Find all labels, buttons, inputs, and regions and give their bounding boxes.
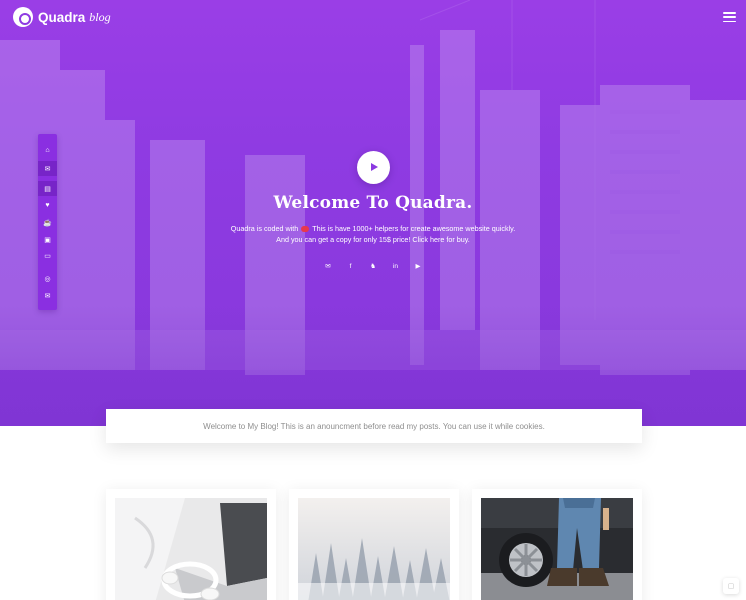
linkedin-icon[interactable]: in: [392, 262, 400, 270]
hero-intro: Quadra is coded with This is have 1000+ …: [0, 224, 746, 245]
announcement-text: Welcome to My Blog! This is an anouncmen…: [203, 421, 545, 431]
youtube-icon[interactable]: ▶: [414, 262, 422, 270]
hero-title: Welcome To Quadra.: [273, 193, 473, 213]
email-icon[interactable]: ✉: [324, 262, 332, 270]
hero-section: Quadra blog ⌂ ✉ ▤ ♥ ☕ ▣ ▭ ◎ ✉ Welcome To…: [0, 0, 746, 426]
intro-text-pre: Quadra is coded with: [230, 224, 299, 233]
intro-text-post: This is have 1000+ helpers for create aw…: [312, 224, 516, 233]
side-social-bar: ⌂ ✉ ▤ ♥ ☕ ▣ ▭ ◎ ✉: [38, 134, 57, 310]
logo-mark-icon: [13, 7, 33, 27]
scroll-top-icon[interactable]: ▢: [723, 578, 739, 594]
page: Quadra blog ⌂ ✉ ▤ ♥ ☕ ▣ ▭ ◎ ✉ Welcome To…: [0, 0, 746, 600]
post-image-laptop[interactable]: [115, 498, 267, 600]
brand-tagline: blog: [89, 9, 111, 24]
chat-icon[interactable]: ✉: [38, 161, 57, 176]
intro-buy-link[interactable]: And you can get a copy for only 15$ pric…: [0, 235, 746, 246]
play-video-button[interactable]: [357, 151, 390, 184]
mail-icon[interactable]: ✉: [38, 288, 57, 303]
briefcase-icon[interactable]: ▭: [38, 248, 57, 263]
heart-icon: [301, 226, 310, 232]
post-image-car[interactable]: [481, 498, 633, 600]
hero-shade: [0, 306, 746, 426]
brand-logo[interactable]: Quadra blog: [13, 7, 111, 27]
post-image-forest[interactable]: [298, 498, 450, 600]
instagram-icon[interactable]: ◎: [38, 271, 57, 286]
hero-social-links: ✉ f ♞ in ▶: [324, 262, 422, 271]
post-card[interactable]: [289, 489, 459, 600]
announcement-bar: Welcome to My Blog! This is an anouncmen…: [106, 409, 642, 443]
twitter-icon[interactable]: ♞: [369, 262, 377, 270]
facebook-icon[interactable]: f: [347, 262, 355, 270]
post-card[interactable]: [472, 489, 642, 600]
post-card[interactable]: [106, 489, 276, 600]
brand-name: Quadra: [38, 9, 86, 25]
menu-hamburger-icon[interactable]: [723, 12, 736, 22]
home-icon[interactable]: ⌂: [38, 143, 57, 158]
